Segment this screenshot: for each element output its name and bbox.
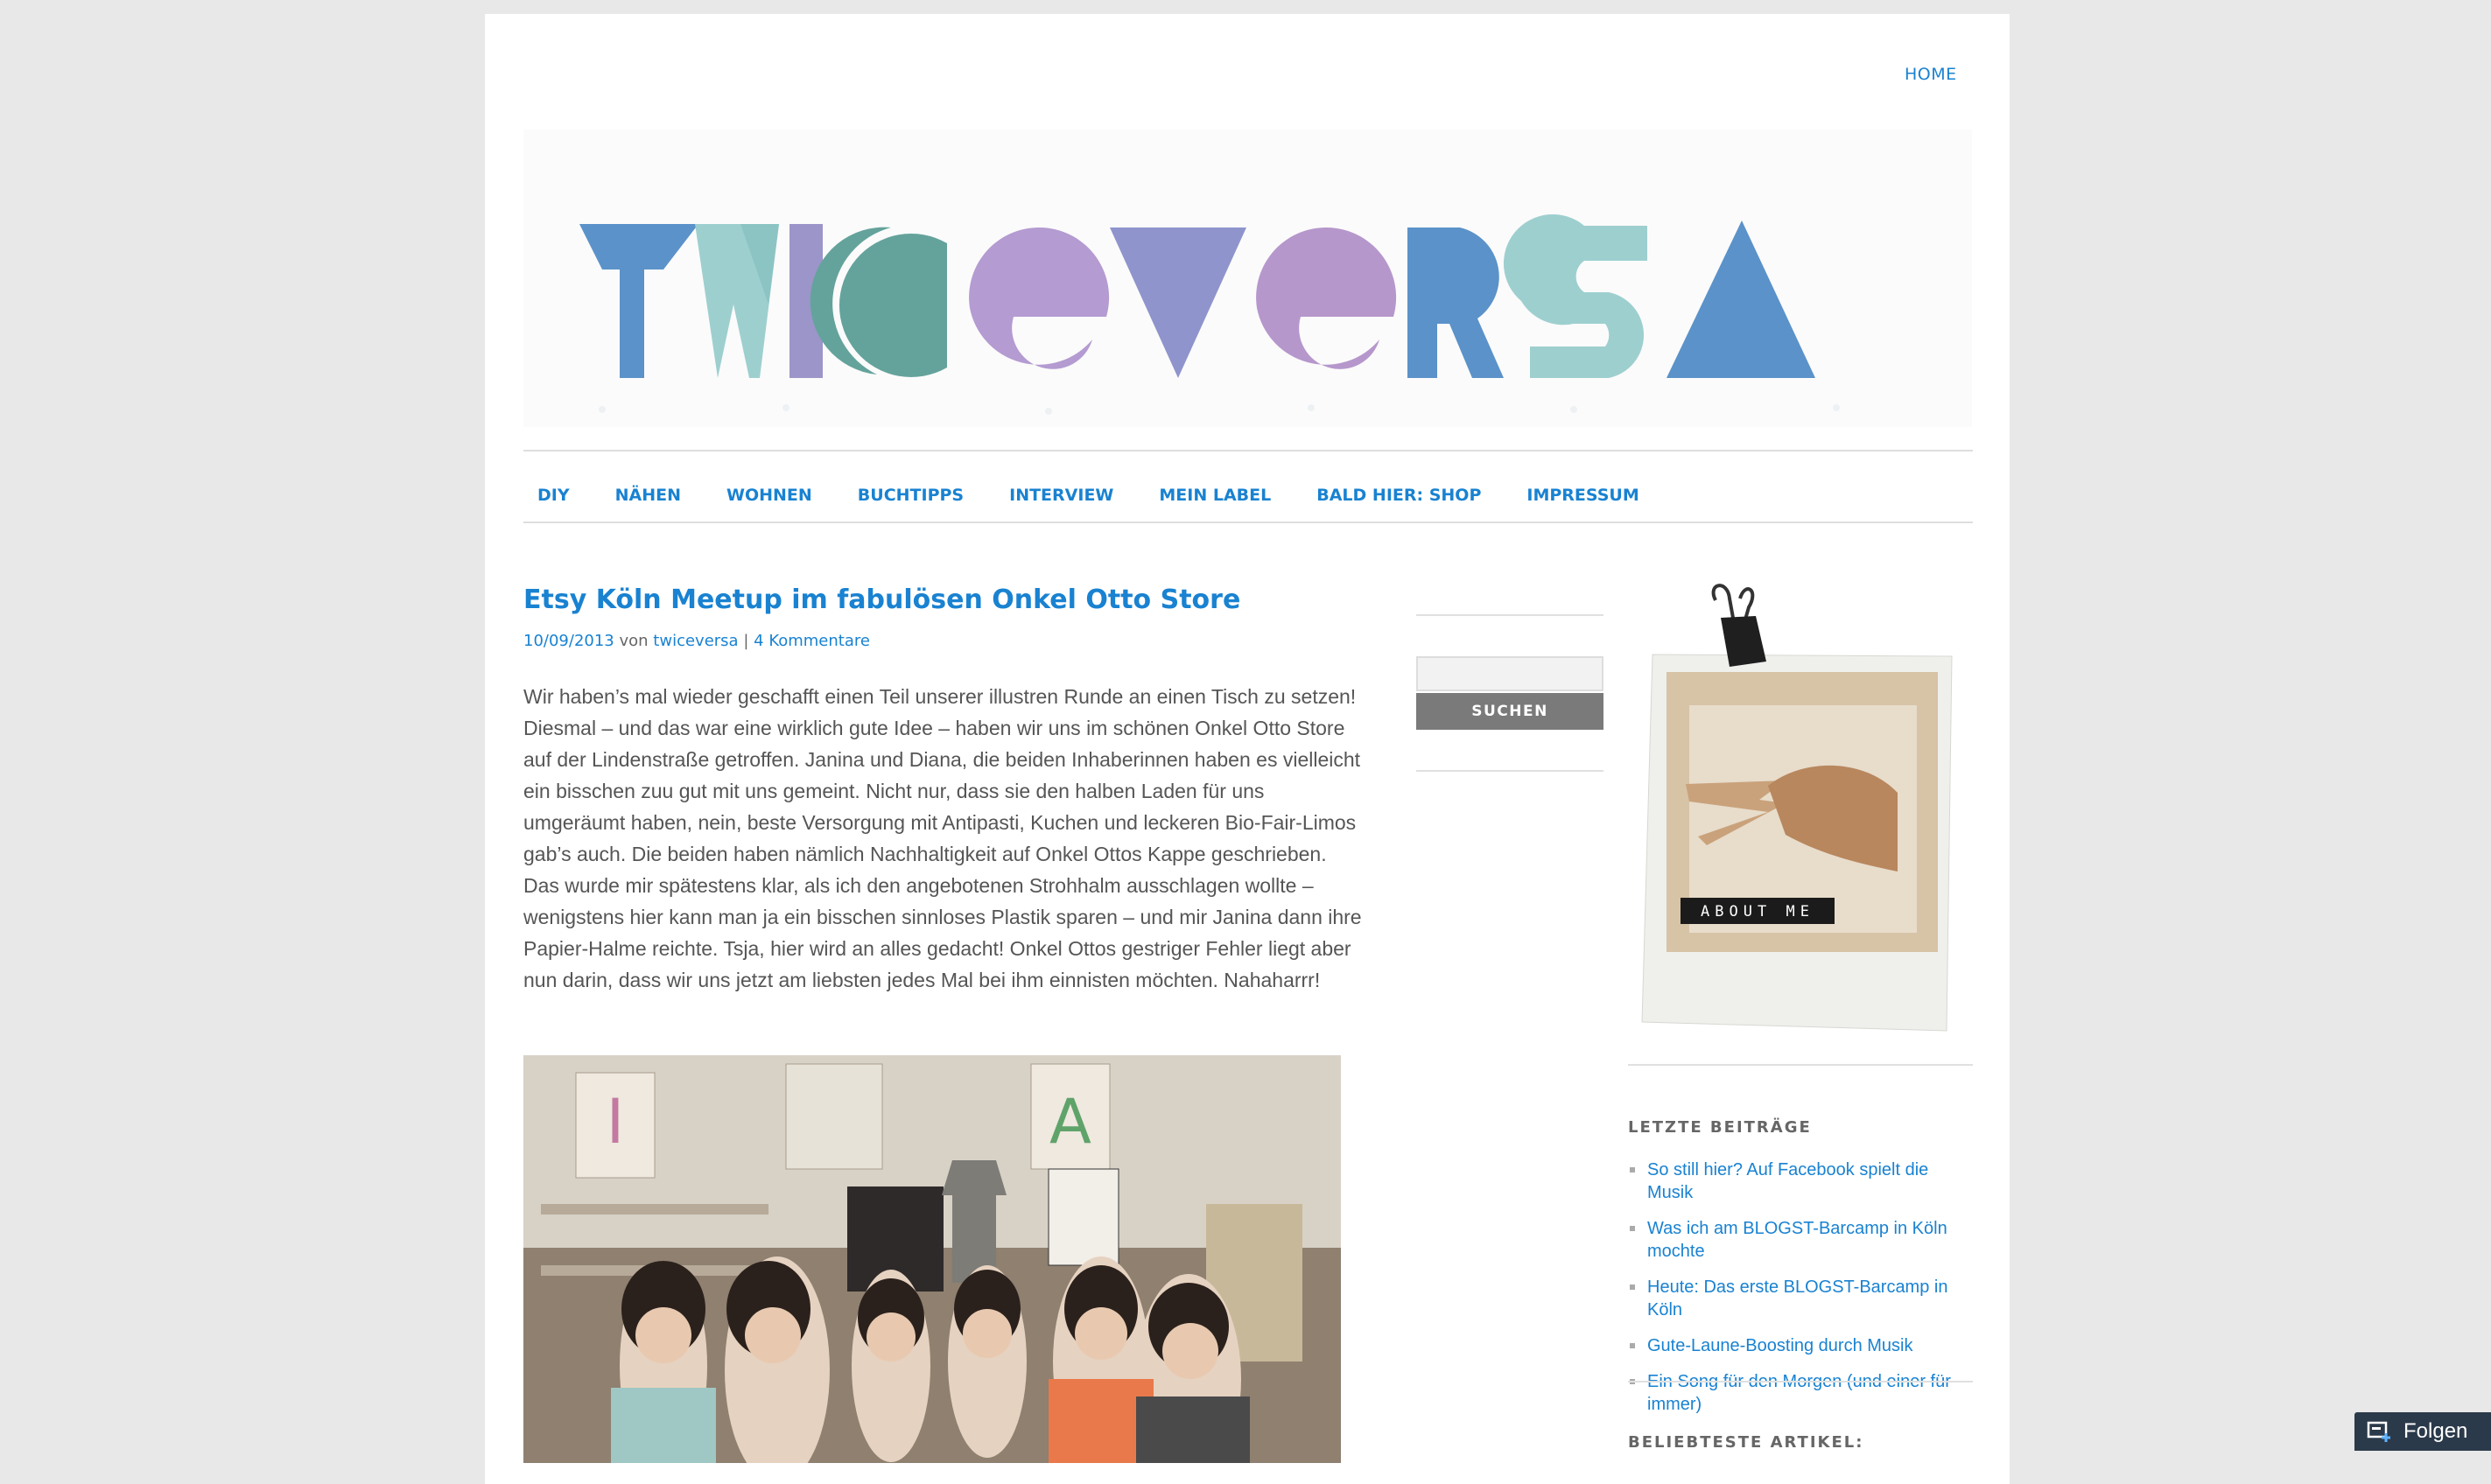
post-date[interactable]: 10/09/2013: [523, 632, 614, 650]
recent-post-item: Ein Song für den Morgen (und einer für i…: [1628, 1370, 1973, 1416]
recent-post-link[interactable]: Gute-Laune-Boosting durch Musik: [1647, 1336, 1913, 1355]
photo-wall-letter-a: A: [1049, 1086, 1091, 1158]
nav-item-mein-label[interactable]: MEIN LABEL: [1159, 486, 1271, 505]
about-me-label: ABOUT ME: [1701, 903, 1814, 920]
search-widget: SUCHEN: [1416, 614, 1603, 772]
page-container: HOME DIY NÄHEN WOHNEN BUCHTIPPS INTERVIE…: [485, 14, 2010, 1484]
recent-posts-list: So still hier? Auf Facebook spielt die M…: [1628, 1158, 1973, 1429]
sidebar-divider-2: [1628, 1381, 1973, 1382]
photo-wall-letter-i: I: [607, 1086, 625, 1158]
about-me-polaroid[interactable]: ABOUT ME: [1637, 583, 1962, 1038]
recent-post-link[interactable]: Heute: Das erste BLOGST-Barcamp in Köln: [1647, 1278, 1947, 1320]
recent-post-link[interactable]: Ein Song für den Morgen (und einer für i…: [1647, 1372, 1951, 1414]
nav-item-diy[interactable]: DIY: [537, 486, 570, 505]
search-input[interactable]: [1416, 656, 1603, 691]
post-photo: I A: [523, 1055, 1341, 1463]
search-divider-top: [1416, 614, 1603, 616]
recent-post-item: Gute-Laune-Boosting durch Musik: [1628, 1334, 1973, 1357]
recent-post-item: Was ich am BLOGST-Barcamp in Köln mochte: [1628, 1217, 1973, 1263]
post-by-label: von: [619, 632, 649, 650]
search-button[interactable]: SUCHEN: [1416, 693, 1603, 730]
nav-item-interview[interactable]: INTERVIEW: [1009, 486, 1113, 505]
post-body: Wir haben’s mal wieder geschafft einen T…: [523, 685, 1362, 991]
nav-home-link[interactable]: HOME: [1905, 65, 1957, 84]
recent-post-item: Heute: Das erste BLOGST-Barcamp in Köln: [1628, 1276, 1973, 1321]
nav-item-naehen[interactable]: NÄHEN: [615, 486, 681, 505]
nav-divider-top: [523, 450, 1973, 452]
post-title[interactable]: Etsy Köln Meetup im fabulösen Onkel Otto…: [523, 584, 1240, 615]
main-nav: DIY NÄHEN WOHNEN BUCHTIPPS INTERVIEW MEI…: [523, 469, 1973, 522]
post-author[interactable]: twiceversa: [653, 632, 738, 650]
post-meta-separator: |: [743, 632, 749, 650]
recent-post-link[interactable]: So still hier? Auf Facebook spielt die M…: [1647, 1160, 1928, 1202]
sidebar-divider-1: [1628, 1064, 1973, 1066]
nav-divider-bottom: [523, 522, 1973, 523]
nav-item-impressum[interactable]: IMPRESSUM: [1526, 486, 1638, 505]
follow-plus-icon: [2367, 1421, 2390, 1442]
nav-item-buchtipps[interactable]: BUCHTIPPS: [858, 486, 964, 505]
nav-item-wohnen[interactable]: WOHNEN: [726, 486, 812, 505]
follow-label: Folgen: [2403, 1419, 2468, 1443]
nav-item-shop[interactable]: BALD HIER: SHOP: [1316, 486, 1481, 505]
recent-post-item: So still hier? Auf Facebook spielt die M…: [1628, 1158, 1973, 1204]
post-meta: 10/09/2013 von twiceversa | 4 Kommentare: [523, 632, 870, 650]
post-comments-link[interactable]: 4 Kommentare: [754, 632, 870, 650]
follow-button[interactable]: Folgen: [2354, 1412, 2491, 1451]
site-logo[interactable]: [523, 130, 1972, 427]
search-divider-bottom: [1416, 770, 1603, 772]
recent-post-link[interactable]: Was ich am BLOGST-Barcamp in Köln mochte: [1647, 1219, 1947, 1261]
recent-posts-title: LETZTE BEITRÄGE: [1628, 1118, 1812, 1137]
